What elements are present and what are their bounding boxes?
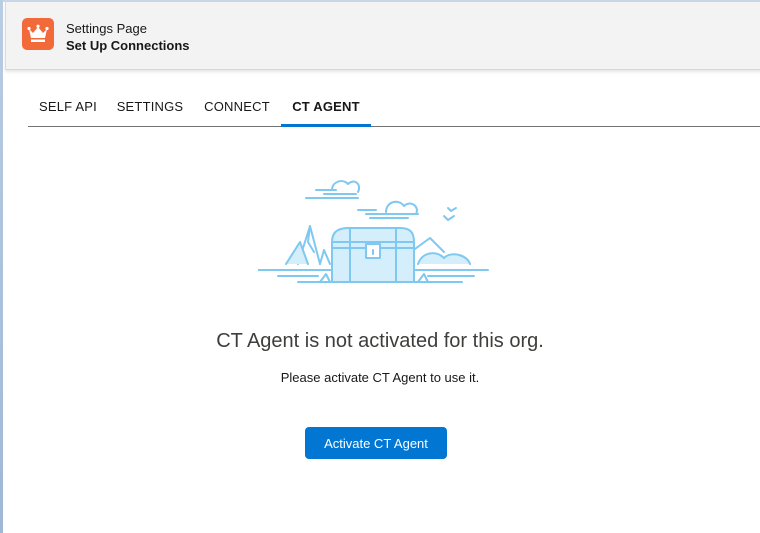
treasure-chest-icon xyxy=(257,172,493,297)
tab-settings[interactable]: SETTINGS xyxy=(108,88,192,126)
tab-bar: SELF API SETTINGS CONNECT CT AGENT xyxy=(28,88,760,127)
page-header: Settings Page Set Up Connections xyxy=(5,2,760,70)
empty-state-message: Please activate CT Agent to use it. xyxy=(280,370,480,385)
empty-state-title: CT Agent is not activated for this org. xyxy=(216,330,544,352)
window-left-edge xyxy=(0,0,3,533)
header-text: Settings Page Set Up Connections xyxy=(66,20,190,54)
tab-ct-agent[interactable]: CT AGENT xyxy=(281,88,371,127)
tab-connect[interactable]: CONNECT xyxy=(194,88,280,126)
page-title: Set Up Connections xyxy=(66,38,190,53)
tab-self-api[interactable]: SELF API xyxy=(28,88,108,126)
crown-icon xyxy=(22,18,54,50)
page-subtitle: Settings Page xyxy=(66,21,147,36)
activate-ct-agent-button[interactable]: Activate CT Agent xyxy=(305,427,447,459)
